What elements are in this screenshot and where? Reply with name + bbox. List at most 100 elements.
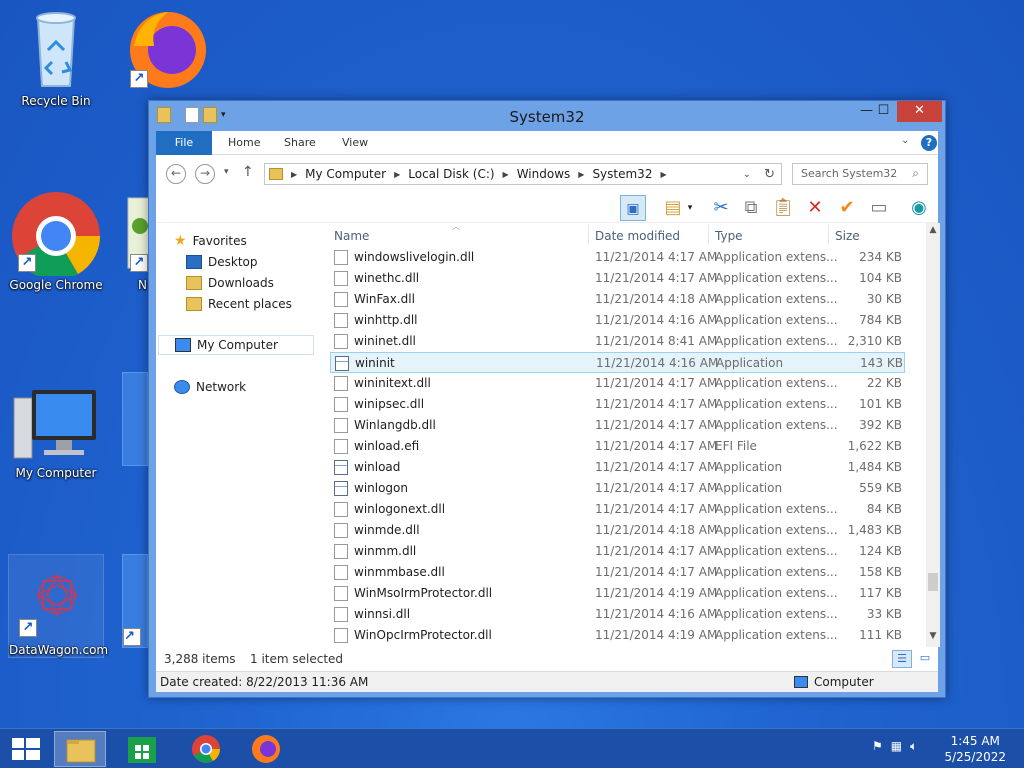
desktop-icon-chrome[interactable]: ↗ Google Chrome [8, 190, 104, 292]
table-row[interactable]: winethc.dll 11/21/2014 4:17 AM Application… [330, 268, 905, 289]
chevron-down-icon[interactable]: ▾ [684, 195, 696, 221]
file-type: Application extens... [715, 397, 838, 411]
breadcrumb-local-disk[interactable]: Local Disk (C:) [408, 167, 494, 181]
desktop-icon-partial[interactable] [122, 372, 148, 466]
desktop-icon-firefox[interactable]: ↗ [120, 6, 216, 92]
window-title: System32 [509, 108, 585, 126]
table-row[interactable]: winmmbase.dll 11/21/2014 4:17 AM Applicati… [330, 562, 905, 583]
refresh-icon[interactable]: ↻ [764, 167, 775, 182]
table-row[interactable]: winhttp.dll 11/21/2014 4:16 AM Application… [330, 310, 905, 331]
taskbar-chrome[interactable] [180, 731, 232, 767]
tab-view[interactable]: View [342, 131, 368, 155]
close-button[interactable]: ✕ [897, 101, 942, 122]
forward-button[interactable]: → [195, 164, 215, 184]
desktop-icon-recycle-bin[interactable]: Recycle Bin [8, 6, 104, 108]
date-modified: 11/21/2014 4:18 AM [595, 523, 718, 537]
table-row[interactable]: WinOpcIrmProtector.dll 11/21/2014 4:19 AM… [330, 625, 905, 646]
properties-shell-icon[interactable]: ◉ [906, 195, 932, 221]
tab-file[interactable]: File [156, 131, 212, 155]
start-button[interactable] [0, 731, 52, 767]
nav-desktop[interactable]: Desktop [186, 252, 258, 272]
table-row[interactable]: wininet.dll 11/21/2014 8:41 AM Application… [330, 331, 905, 352]
up-button[interactable]: ↑ [242, 164, 254, 180]
sort-indicator-icon: ︿ [452, 223, 460, 231]
scroll-thumb[interactable] [928, 573, 938, 591]
scroll-down-arrow-icon[interactable]: ▼ [926, 631, 940, 641]
maximize-button[interactable]: ☐ [870, 101, 897, 122]
table-row[interactable]: wininit 11/21/2014 4:16 AM Application 143 … [330, 352, 905, 373]
column-header-type[interactable]: Type [715, 229, 743, 243]
desktop-icon-datawagon[interactable]: ↗ DataWagon.com [8, 554, 109, 658]
date-modified: 11/21/2014 4:17 AM [595, 544, 718, 558]
address-bar[interactable]: ▶ My Computer ▶ Local Disk (C:) ▶ Window… [264, 163, 782, 185]
desktop-icon-my-computer[interactable]: My Computer [8, 378, 104, 480]
large-icons-view-icon[interactable]: ▭ [916, 650, 934, 668]
address-dropdown-chevron-icon[interactable]: ⌄ [743, 169, 751, 180]
action-center-flag-icon[interactable]: ⚑ [872, 739, 883, 754]
column-header-date[interactable]: Date modified [595, 229, 680, 243]
nav-favorites[interactable]: ★ Favorites [174, 231, 247, 251]
scroll-up-arrow-icon[interactable]: ▲ [926, 225, 940, 235]
table-row[interactable]: winload 11/21/2014 4:17 AM Application 1,48… [330, 457, 905, 478]
rename-icon[interactable]: ▭ [866, 195, 892, 221]
table-row[interactable]: winnsi.dll 11/21/2014 4:16 AM Application … [330, 604, 905, 625]
taskbar-file-explorer[interactable] [54, 731, 106, 767]
file-name: wininit [355, 356, 395, 370]
search-input[interactable]: Search System32 ⌕ [792, 163, 928, 185]
checkout-folder-icon[interactable]: ▤ [660, 195, 686, 221]
nav-label: Favorites [192, 234, 247, 248]
table-row[interactable]: winload.efi 11/21/2014 4:17 AM EFI File 1,6… [330, 436, 905, 457]
nav-network[interactable]: Network [174, 377, 246, 397]
preview-pane-icon[interactable]: ▣ [620, 195, 646, 221]
file-name: winlogon [354, 481, 408, 495]
expand-ribbon-chevron-icon[interactable]: ⌄ [901, 135, 909, 146]
file-name: winmmbase.dll [354, 565, 445, 579]
desktop-icon-label: DataWagon.com [9, 643, 109, 657]
table-row[interactable]: winlogonext.dll 11/21/2014 4:17 AM Applica… [330, 499, 905, 520]
delete-icon[interactable]: ✕ [802, 195, 828, 221]
table-row[interactable]: winlogon 11/21/2014 4:17 AM Application 559… [330, 478, 905, 499]
title-bar[interactable]: ▾ System32 — ☐ ✕ [149, 101, 945, 131]
table-row[interactable]: windowslivelogin.dll 11/21/2014 4:17 AM Ap… [330, 247, 905, 268]
paste-icon[interactable]: 📋︎ [770, 195, 796, 221]
nav-recent-places[interactable]: Recent places [186, 294, 292, 314]
shortcut-arrow-icon: ↗ [130, 254, 148, 272]
column-header-size[interactable]: Size [835, 229, 860, 243]
checkmark-icon[interactable]: ✔ [834, 195, 860, 221]
breadcrumb-my-computer[interactable]: My Computer [305, 167, 386, 181]
nav-downloads[interactable]: Downloads [186, 273, 274, 293]
shortcut-arrow-icon: ↗ [18, 254, 36, 272]
table-row[interactable]: wininitext.dll 11/21/2014 4:17 AM Applicat… [330, 373, 905, 394]
volume-muted-icon[interactable]: 🔈︎ [910, 739, 917, 754]
tab-share[interactable]: Share [284, 131, 316, 155]
dll-file-icon [334, 397, 348, 412]
table-row[interactable]: WinMsoIrmProtector.dll 11/21/2014 4:19 AM… [330, 583, 905, 604]
breadcrumb-system32[interactable]: System32 [592, 167, 652, 181]
file-name: winipsec.dll [354, 397, 425, 411]
table-row[interactable]: winipsec.dll 11/21/2014 4:17 AM Applicatio… [330, 394, 905, 415]
cut-icon[interactable]: ✂ [708, 195, 734, 221]
breadcrumb-separator-icon: ▶ [502, 169, 509, 179]
back-button[interactable]: ← [166, 164, 186, 184]
help-icon[interactable]: ? [921, 135, 937, 151]
taskbar-firefox[interactable] [240, 731, 292, 767]
column-header-name[interactable]: Name [334, 229, 369, 243]
vertical-scrollbar[interactable]: ▲ ▼ [926, 223, 940, 647]
nav-my-computer[interactable]: My Computer [158, 335, 314, 355]
clock[interactable]: 1:45 AM 5/25/2022 [944, 733, 1006, 765]
taskbar-store[interactable] [116, 731, 168, 767]
breadcrumb-windows[interactable]: Windows [517, 167, 571, 181]
network-status-icon[interactable]: ▦ [891, 739, 902, 754]
table-row[interactable]: winmde.dll 11/21/2014 4:18 AM Application … [330, 520, 905, 541]
recent-locations-chevron-icon[interactable]: ▾ [224, 167, 229, 177]
explorer-window[interactable]: ▾ System32 — ☐ ✕ File Home Share View ⌄ … [148, 100, 946, 698]
dll-file-icon [334, 544, 348, 559]
details-view-icon[interactable]: ☰ [892, 650, 912, 668]
table-row[interactable]: Winlangdb.dll 11/21/2014 4:17 AM Applicati… [330, 415, 905, 436]
tab-home[interactable]: Home [228, 131, 260, 155]
file-size: 22 KB [866, 376, 902, 390]
table-row[interactable]: WinFax.dll 11/21/2014 4:18 AM Application … [330, 289, 905, 310]
table-row[interactable]: winmm.dll 11/21/2014 4:17 AM Application e… [330, 541, 905, 562]
file-type: EFI File [715, 439, 757, 453]
copy-icon[interactable]: ⧉ [738, 195, 764, 221]
